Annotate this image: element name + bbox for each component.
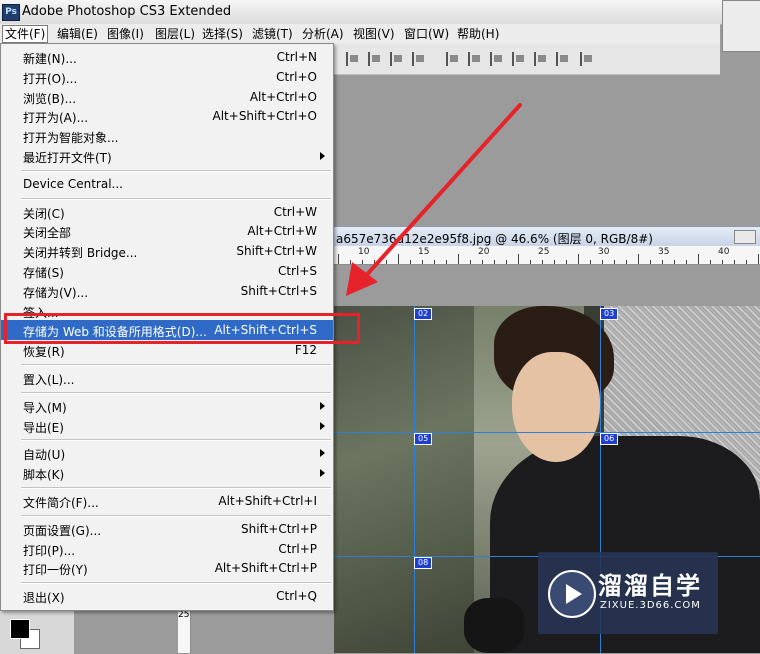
annotation-arrow-icon: [346, 103, 522, 296]
